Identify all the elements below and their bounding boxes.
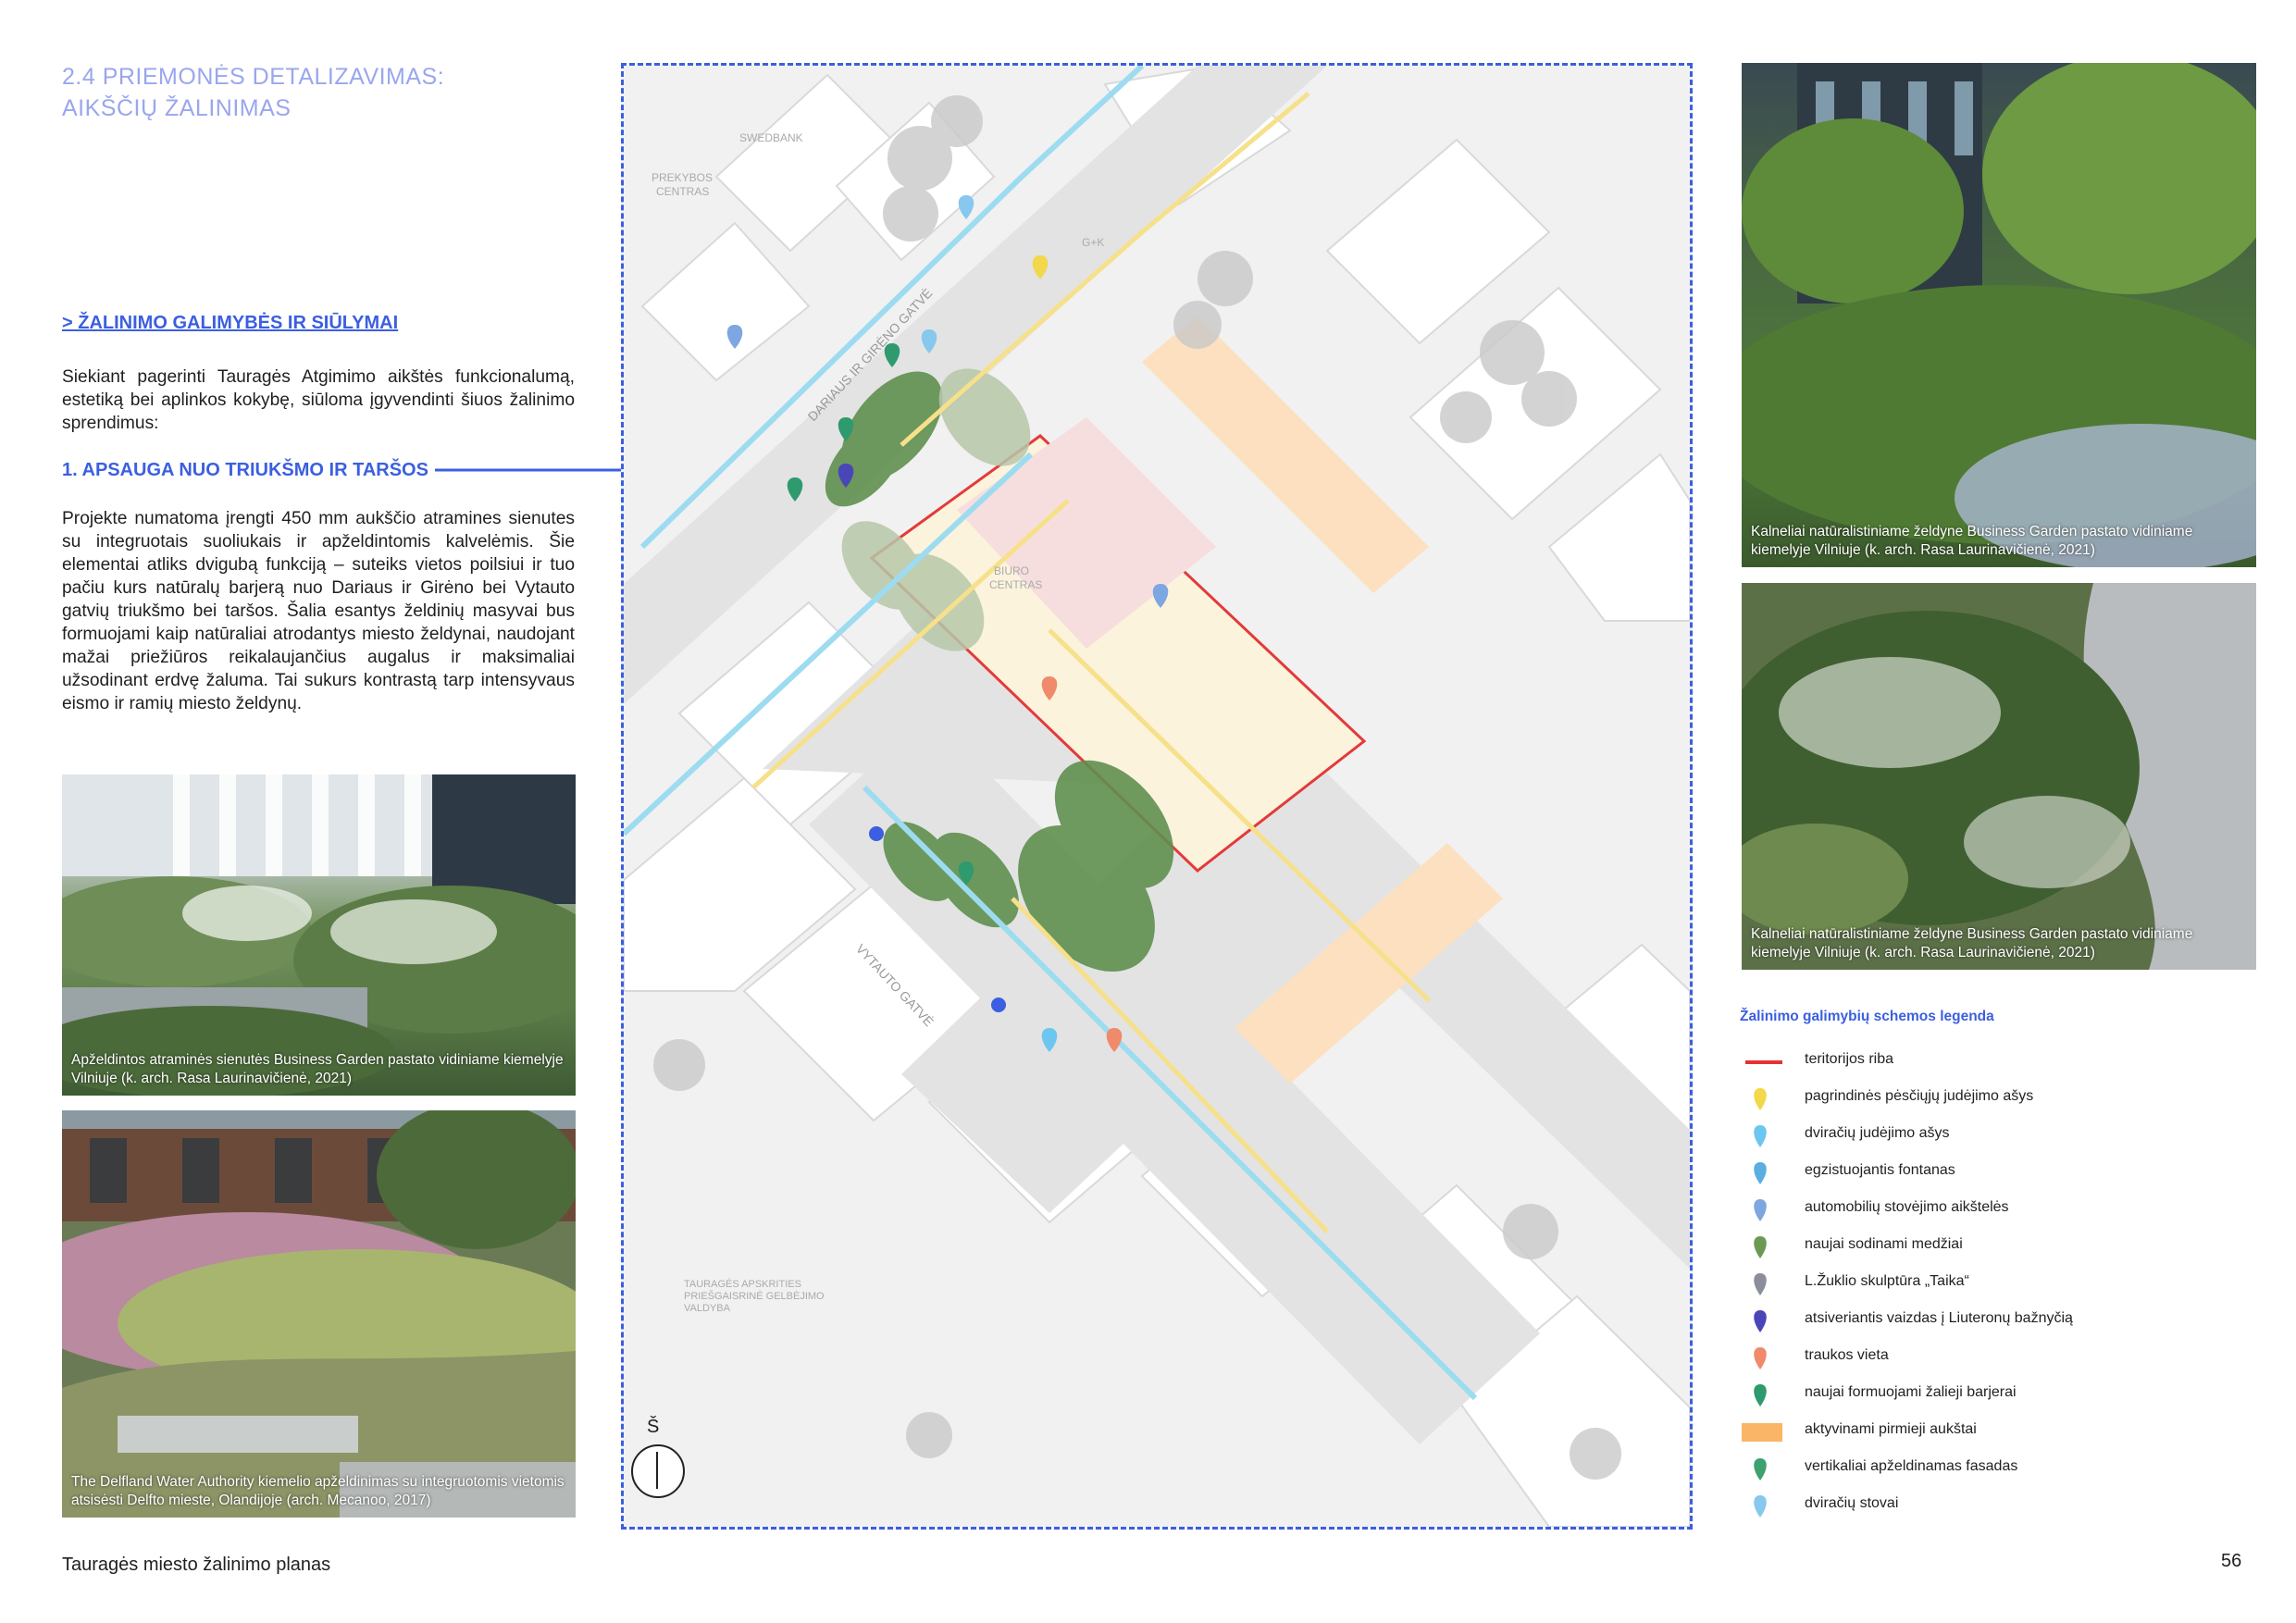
- legend-item: dviračių judėjimo ašys: [1740, 1121, 2184, 1149]
- label-apskrities-2: PRIEŠGAISRINĖ GELBĖJIMO: [684, 1290, 825, 1302]
- view-pin-icon: [1754, 1310, 1767, 1332]
- photo-illustration: [1742, 63, 2256, 567]
- north-label: Š: [647, 1417, 660, 1437]
- label-gk: G+K: [1082, 236, 1104, 249]
- label-biuro-1: BIURO: [994, 564, 1029, 577]
- photo-illustration: [62, 774, 576, 1096]
- page-title-line1: 2.4 PRIEMONĖS DETALIZAVIMAS:: [62, 64, 445, 90]
- red-line-icon: [1745, 1049, 1782, 1075]
- pedestrian-pin-icon: [1754, 1088, 1767, 1110]
- legend-item: pagrindinės pėsčiųjų judėjimo ašys: [1740, 1084, 2184, 1112]
- legend-item: dviračių stovai: [1740, 1492, 2184, 1519]
- section-heading: > ŽALINIMO GALIMYBĖS IR SIŪLYMAI: [62, 313, 399, 333]
- legend-item: egzistuojantis fontanas: [1740, 1158, 2184, 1186]
- legend-item: L.Žuklio skulptūra „Taika“: [1740, 1270, 2184, 1297]
- photo-illustration: [62, 1110, 576, 1518]
- fountain-pin-icon: [1754, 1162, 1767, 1184]
- label-apskrities-1: TAURAGĖS APSKRITIES: [684, 1278, 801, 1290]
- photo-natural-garden-2: Kalneliai natūralistiniame želdyne Busin…: [1742, 583, 2256, 970]
- label-biuro-2: CENTRAS: [989, 578, 1042, 591]
- intro-paragraph: Siekiant pagerinti Tauragės Atgimimo aik…: [62, 367, 575, 433]
- label-swedbank: SWEDBANK: [739, 131, 803, 144]
- parking-pin-icon: [1754, 1199, 1767, 1221]
- legend-item: traukos vieta: [1740, 1344, 2184, 1371]
- label-prekybos-1: PREKYBOS: [652, 171, 713, 184]
- sub-heading: 1. APSAUGA NUO TRIUKŠMO IR TARŠOS: [62, 460, 428, 480]
- vertical-facade-pin-icon: [1754, 1458, 1767, 1481]
- attraction-pin-icon: [1754, 1347, 1767, 1369]
- page-number: 56: [2221, 1551, 2242, 1571]
- page-title-line2: AIKŠČIŲ ŽALINIMAS: [62, 95, 292, 121]
- page-title: 2.4 PRIEMONĖS DETALIZAVIMAS: AIKŠČIŲ ŽAL…: [62, 61, 444, 124]
- site-plan-map: DARIAUS IR GIRĖNO GATVĖ VYTAUTO GATVĖ SW…: [621, 63, 1693, 1530]
- legend-item: teritorijos riba: [1740, 1047, 2184, 1075]
- legend-item: naujai formuojami žalieji barjerai: [1740, 1381, 2184, 1408]
- document-title-footer: Tauragės miesto žalinimo planas: [62, 1555, 331, 1575]
- photo-caption: Kalneliai natūralistiniame želdyne Busin…: [1751, 524, 2193, 558]
- legend-item: naujai sodinami medžiai: [1740, 1233, 2184, 1260]
- label-apskrities-3: VALDYBA: [684, 1303, 731, 1314]
- label-prekybos-2: CENTRAS: [656, 185, 709, 198]
- active-floor-icon: [1742, 1419, 1782, 1445]
- legend-item: automobilių stovėjimo aikštelės: [1740, 1196, 2184, 1223]
- photo-natural-garden-1: Kalneliai natūralistiniame želdyne Busin…: [1742, 63, 2256, 567]
- photo-retaining-walls: Apželdintos atraminės sienutės Business …: [62, 774, 576, 1096]
- photo-caption: Apželdintos atraminės sienutės Business …: [71, 1052, 564, 1086]
- photo-caption: Kalneliai natūralistiniame želdyne Busin…: [1751, 926, 2193, 960]
- photo-illustration: [1742, 583, 2256, 970]
- legend-item: vertikaliai apželdinamas fasadas: [1740, 1455, 2184, 1482]
- bicycle-pin-icon: [1754, 1125, 1767, 1147]
- legend-title: Žalinimo galimybių schemos legenda: [1740, 1009, 1994, 1024]
- green-barrier-pin-icon: [1754, 1384, 1767, 1406]
- photo-delfland: The Delfland Water Authority kiemelio ap…: [62, 1110, 576, 1518]
- photo-caption: The Delfland Water Authority kiemelio ap…: [71, 1474, 565, 1508]
- north-arrow-icon: [631, 1444, 685, 1498]
- site-plan-drawing: DARIAUS IR GIRĖNO GATVĖ VYTAUTO GATVĖ SW…: [624, 66, 1690, 1527]
- legend-item: atsiveriantis vaizdas į Liuteronų bažnyč…: [1740, 1307, 2184, 1334]
- legend-item: aktyvinami pirmieji aukštai: [1740, 1418, 2184, 1445]
- bike-rack-pin-icon: [1754, 1495, 1767, 1518]
- sculpture-pin-icon: [1754, 1273, 1767, 1295]
- tree-pin-icon: [1754, 1236, 1767, 1258]
